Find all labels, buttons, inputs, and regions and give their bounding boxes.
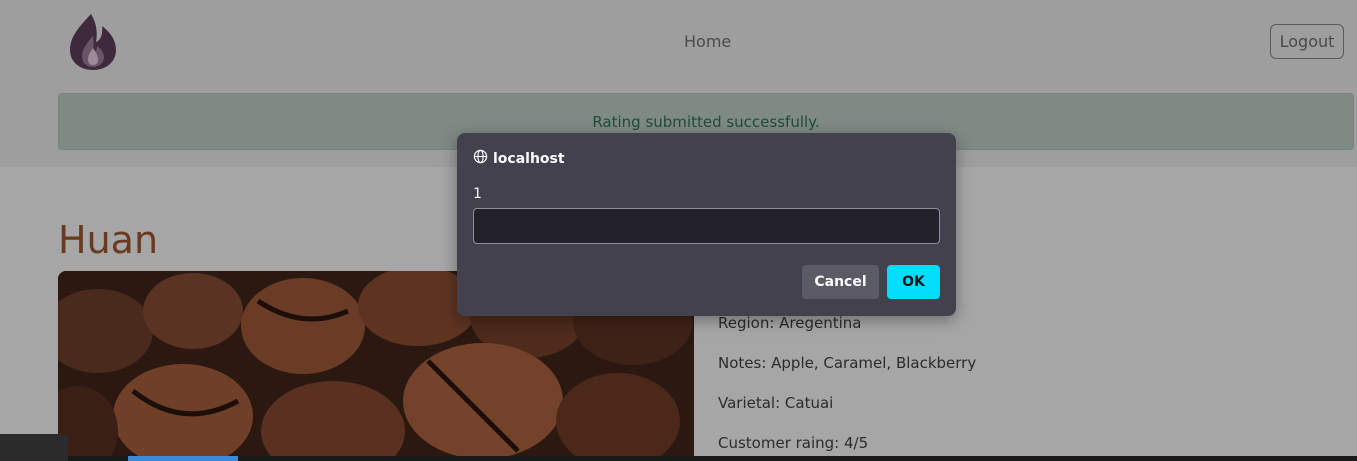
dialog-message: 1 <box>473 186 482 202</box>
taskbar-start[interactable] <box>0 434 68 461</box>
ok-button[interactable]: OK <box>887 265 940 299</box>
product-region: Region: Aregentina <box>718 314 862 332</box>
nav-home-link[interactable]: Home <box>684 32 731 51</box>
taskbar-active-indicator <box>128 456 238 461</box>
product-varietal: Varietal: Catuai <box>718 394 834 412</box>
globe-icon <box>473 149 488 168</box>
product-title: Huan <box>58 218 159 262</box>
alert-message: Rating submitted successfully. <box>592 112 820 131</box>
prompt-dialog: localhost 1 Cancel OK <box>457 133 956 316</box>
product-rating: Customer raing: 4/5 <box>718 434 869 452</box>
dialog-origin: localhost <box>473 149 565 168</box>
dialog-input[interactable] <box>473 208 940 244</box>
product-notes: Notes: Apple, Caramel, Blackberry <box>718 354 977 372</box>
flame-logo-icon[interactable] <box>66 12 120 72</box>
taskbar <box>68 456 1357 461</box>
logout-button[interactable]: Logout <box>1270 24 1344 59</box>
dialog-origin-label: localhost <box>493 150 565 167</box>
cancel-button[interactable]: Cancel <box>802 265 879 299</box>
